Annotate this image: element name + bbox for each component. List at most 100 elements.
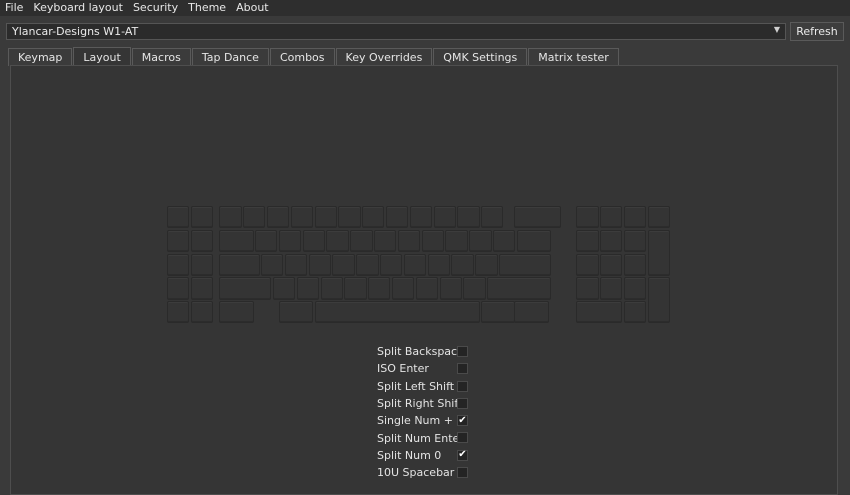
split-left-shift-checkbox[interactable]: [457, 380, 468, 392]
keyboard-key: [332, 253, 355, 276]
keyboard-key: [167, 229, 190, 253]
keyboard-key: [409, 206, 433, 229]
menubar: File Keyboard layout Security Theme Abou…: [0, 0, 850, 16]
keyboard-key: [350, 229, 373, 253]
keyboard-key: [623, 229, 647, 253]
keyboard-key: [463, 277, 486, 300]
menu-about[interactable]: About: [231, 0, 274, 16]
menu-security[interactable]: Security: [128, 0, 183, 16]
keyboard-key: [576, 206, 599, 229]
keyboard-key: [219, 229, 254, 253]
chevron-down-icon[interactable]: ▼: [774, 25, 780, 34]
keyboard-key: [493, 229, 516, 253]
keyboard-key: [302, 229, 325, 253]
tab-layout[interactable]: Layout: [73, 47, 131, 66]
keyboard-key: [243, 206, 266, 229]
checkmark-icon: ✔: [458, 449, 467, 461]
iso-enter-checkbox[interactable]: [457, 363, 468, 375]
keyboard-key: [272, 277, 296, 300]
keyboard-key: [284, 253, 308, 276]
keyboard-key: [290, 206, 314, 229]
keyboard-key: [385, 206, 409, 229]
keyboard-key: [167, 301, 190, 324]
split-num-enter-checkbox[interactable]: [457, 432, 468, 444]
keyboard-key: [623, 253, 647, 276]
keyboard-key: [261, 253, 284, 276]
keyboard-key: [481, 206, 504, 229]
split-num-0-checkbox[interactable]: ✔: [457, 449, 468, 461]
keyboard-key: [219, 301, 254, 324]
keyboard-key: [356, 253, 379, 276]
keyboard-key: [190, 253, 214, 276]
menu-file[interactable]: File: [0, 0, 28, 16]
keyboard-key: [421, 229, 444, 253]
keyboard-key: [190, 277, 214, 300]
10u-spacebar-checkbox[interactable]: [457, 467, 468, 479]
option-iso-enter[interactable]: ISO Enter: [377, 360, 477, 377]
keyboard-key: [427, 253, 450, 276]
single-num-plus-checkbox[interactable]: ✔: [457, 415, 468, 427]
keyboard-key: [647, 229, 671, 276]
keyboard-key: [326, 229, 349, 253]
option-split-backspace[interactable]: Split Backspace: [377, 343, 477, 360]
keyboard-key: [481, 301, 516, 324]
keyboard-key: [190, 301, 214, 324]
tab-qmk-settings[interactable]: QMK Settings: [433, 48, 528, 66]
keyboard-key: [445, 229, 468, 253]
option-label: Split Right Shift: [377, 397, 463, 411]
device-select[interactable]: Ylancar-Designs W1-AT ▼: [6, 23, 786, 40]
keyboard-key: [391, 277, 415, 300]
keyboard-key: [451, 253, 474, 276]
tab-combos[interactable]: Combos: [269, 48, 335, 66]
keyboard-key: [255, 229, 278, 253]
device-row: Ylancar-Designs W1-AT ▼ Refresh: [6, 22, 844, 42]
keyboard-preview: [167, 206, 675, 324]
keyboard-key: [623, 277, 647, 300]
option-split-left-shift[interactable]: Split Left Shift: [377, 378, 477, 395]
keyboard-key: [623, 301, 647, 324]
option-label: Single Num +: [377, 414, 453, 428]
keyboard-key: [600, 253, 623, 276]
option-split-num-enter[interactable]: Split Num Enter: [377, 429, 477, 446]
keyboard-key: [308, 253, 331, 276]
layout-options: Split Backspace ISO Enter Split Left Shi…: [377, 343, 477, 481]
menu-keyboard-layout[interactable]: Keyboard layout: [28, 0, 128, 16]
keyboard-key: [403, 253, 427, 276]
keyboard-key: [600, 206, 623, 229]
tab-matrix-tester[interactable]: Matrix tester: [528, 48, 619, 66]
keyboard-key: [397, 229, 421, 253]
keyboard-key: [190, 206, 214, 229]
option-label: Split Num Enter: [377, 431, 464, 445]
keyboard-key: [514, 301, 549, 324]
keyboard-key: [647, 277, 671, 324]
keyboard-key: [167, 206, 190, 229]
refresh-button[interactable]: Refresh: [790, 22, 844, 41]
split-backspace-checkbox[interactable]: [457, 346, 468, 357]
keyboard-key: [278, 301, 314, 324]
keyboard-key: [167, 277, 190, 300]
option-single-num-plus[interactable]: Single Num + ✔: [377, 412, 477, 429]
option-10u-spacebar[interactable]: 10U Spacebar: [377, 464, 477, 481]
keyboard-key: [415, 277, 438, 300]
split-right-shift-checkbox[interactable]: [457, 397, 468, 409]
keyboard-key: [296, 277, 319, 300]
menu-theme[interactable]: Theme: [183, 0, 231, 16]
keyboard-key: [380, 253, 403, 276]
keyboard-key: [433, 206, 456, 229]
option-label: ISO Enter: [377, 362, 429, 376]
option-split-num-0[interactable]: Split Num 0 ✔: [377, 447, 477, 464]
option-label: Split Backspace: [377, 345, 464, 359]
tab-keymap[interactable]: Keymap: [8, 48, 73, 66]
keyboard-key: [514, 206, 561, 229]
tab-macros[interactable]: Macros: [131, 48, 191, 66]
option-split-right-shift[interactable]: Split Right Shift: [377, 395, 477, 412]
keyboard-key: [647, 206, 671, 229]
device-select-value: Ylancar-Designs W1-AT: [12, 25, 139, 38]
tab-tap-dance[interactable]: Tap Dance: [191, 48, 269, 66]
keyboard-key: [600, 277, 623, 300]
keyboard-key: [576, 277, 599, 300]
tab-key-overrides[interactable]: Key Overrides: [335, 48, 433, 66]
keyboard-key: [219, 253, 260, 276]
keyboard-key: [320, 277, 343, 300]
keyboard-key: [439, 277, 462, 300]
